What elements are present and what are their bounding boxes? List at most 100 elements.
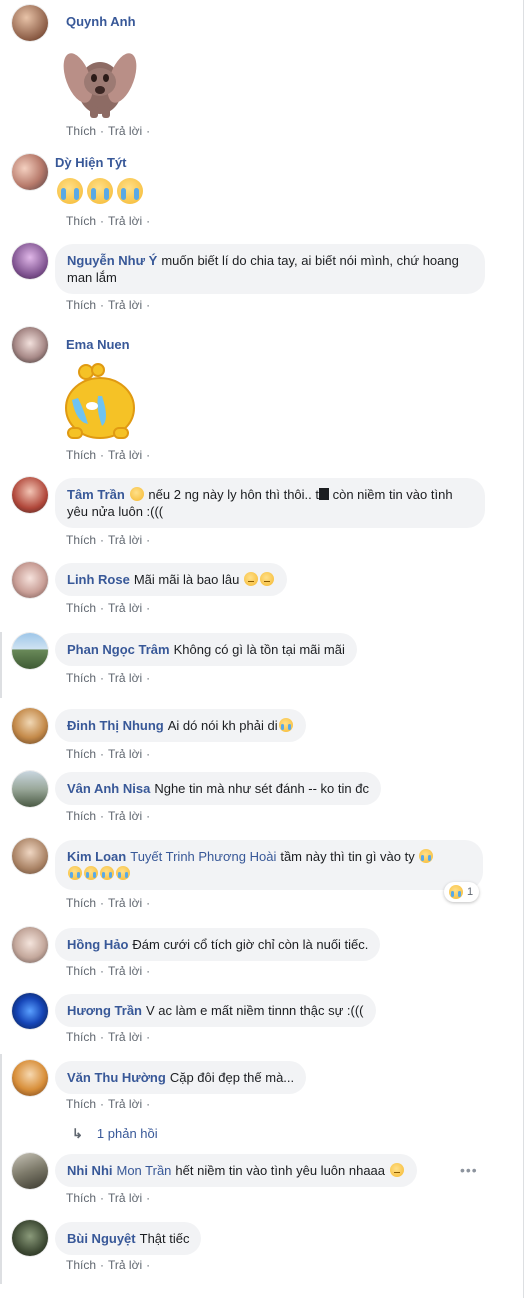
comment-text: Cặp đôi đẹp thế mà... [169,1070,295,1085]
relieved-face-emoji [259,572,274,586]
reply-link[interactable]: Trả lời [108,1030,142,1044]
reply-link[interactable]: Trả lời [108,298,142,312]
commenter-name[interactable]: Nhi Nhi [67,1163,113,1178]
reply-link[interactable]: Trả lời [108,124,142,138]
avatar[interactable] [12,327,48,363]
avatar[interactable] [12,771,48,807]
comment-actions: Thích · Trả lời · [66,809,151,823]
like-link[interactable]: Thích [66,533,96,547]
avatar[interactable] [12,243,48,279]
commenter-name[interactable]: Vân Anh Nisa [67,781,150,796]
comment-bubble: Kim Loan Tuyết Trinh Phương Hoài tầm này t… [55,840,483,890]
avatar[interactable] [12,5,48,41]
reply-arrow-icon: ↳ [72,1126,83,1141]
reply-link[interactable]: Trả lời [108,964,142,978]
like-link[interactable]: Thích [66,214,96,228]
comment-bubble: Đinh Thị Nhung Ai dó nói kh phải di [55,709,306,742]
comment-actions: Thích · Trả lời · [66,601,151,615]
commenter-name[interactable]: Hương Trần [67,1003,142,1018]
commenter-name[interactable]: Tâm Trần [67,487,125,502]
avatar[interactable] [12,154,48,190]
reaction-count-badge[interactable]: 1 [444,882,480,902]
like-link[interactable]: Thích [66,809,96,823]
crying-dog-sticker [63,53,137,118]
comment-text: nếu 2 ng này ly hôn thì thôi.. t [148,487,319,502]
avatar[interactable] [12,1153,48,1189]
reply-link[interactable]: Trả lời [108,896,142,910]
like-link[interactable]: Thích [66,448,96,462]
comment-text: Mãi mãi là bao lâu [133,572,240,587]
comment-bubble: Tâm Trần nếu 2 ng này ly hôn thì thôi.. … [55,478,485,528]
commenter-name[interactable]: Quynh Anh [66,14,136,29]
comment-bubble: Văn Thu Hường Cặp đôi đẹp thế mà... [55,1061,307,1094]
reply-link[interactable]: Trả lời [108,448,142,462]
avatar[interactable] [12,477,48,513]
like-link[interactable]: Thích [66,1030,96,1044]
like-link[interactable]: Thích [66,298,96,312]
reply-link[interactable]: Trả lời [108,533,142,547]
comment-actions: Thích · Trả lời · [66,298,151,312]
comment-text: Đám cưới cổ tích giờ chỉ còn là nuối tiế… [132,937,369,952]
avatar[interactable] [12,993,48,1029]
loudly-crying-face-emoji [117,178,143,204]
commenter-name[interactable]: Kim Loan [67,849,126,864]
more-options-icon[interactable]: ••• [460,1162,478,1178]
comment-actions: Thích · Trả lời · [66,671,151,685]
comment-bubble: Phan Ngọc Trâm Không có gì là tồn tại mãi… [55,633,357,666]
comment-text: tầm này thì tin gì vào ty [280,849,415,864]
avatar[interactable] [12,562,48,598]
reply-link[interactable]: Trả lời [108,601,142,615]
commenter-name[interactable]: Linh Rose [67,572,130,587]
avatar[interactable] [12,927,48,963]
like-link[interactable]: Thích [66,1191,96,1205]
comment-actions: Thích · Trả lời · [66,1191,151,1205]
comment-bubble: Vân Anh Nisa Nghe tin mà như sét đánh -- … [55,772,381,805]
commenter-name[interactable]: Nguyễn Như Ý [67,253,157,268]
like-link[interactable]: Thích [66,1258,96,1272]
avatar[interactable] [12,708,48,744]
like-link[interactable]: Thích [66,1097,96,1111]
reply-link[interactable]: Trả lời [108,1191,142,1205]
loudly-crying-face-emoji [87,178,113,204]
commenter-name[interactable]: Văn Thu Hường [67,1070,166,1085]
reply-link[interactable]: Trả lời [108,1097,142,1111]
loudly-crying-face-emoji [100,866,114,880]
comment-bubble: Nhi Nhi Mon Trần hết niềm tin vào tình yêu… [55,1154,417,1187]
comment-actions: Thích · Trả lời · [66,124,151,138]
comment-actions: Thích · Trả lời · [66,747,151,761]
avatar[interactable] [12,1060,48,1096]
redacted-block [318,488,329,500]
like-link[interactable]: Thích [66,671,96,685]
like-link[interactable]: Thích [66,747,96,761]
commenter-name[interactable]: Bùi Nguyệt [67,1231,136,1246]
comment-actions: Thích · Trả lời · [66,214,151,228]
like-link[interactable]: Thích [66,601,96,615]
commenter-name[interactable]: Phan Ngọc Trâm [67,642,170,657]
loudly-crying-face-emoji [116,866,130,880]
crying-face-emoji [278,718,293,732]
comment-text: Ai dó nói kh phải di [167,718,278,733]
mention-link[interactable]: Mon Trần [117,1163,172,1178]
reply-link[interactable]: Trả lời [108,809,142,823]
commenter-name[interactable]: Dỳ Hiện Týt [55,155,127,170]
mention-link[interactable]: Tuyết Trinh Phương Hoài [130,849,276,864]
avatar[interactable] [12,1220,48,1256]
commenter-name[interactable]: Đinh Thị Nhung [67,718,164,733]
reply-link[interactable]: Trả lời [108,671,142,685]
relieved-face-emoji [243,572,258,586]
view-replies-link[interactable]: ↳ 1 phản hồi [72,1126,158,1142]
loudly-crying-face-emoji [68,866,82,880]
comment-actions: Thích · Trả lời · [66,448,151,462]
avatar[interactable] [12,633,48,669]
unamused-face-emoji [389,1163,404,1177]
avatar[interactable] [12,838,48,874]
like-link[interactable]: Thích [66,964,96,978]
comment-actions: Thích · Trả lời · [66,896,151,910]
commenter-name[interactable]: Hồng Hảo [67,937,128,952]
like-link[interactable]: Thích [66,896,96,910]
reply-link[interactable]: Trả lời [108,747,142,761]
reply-link[interactable]: Trả lời [108,1258,142,1272]
like-link[interactable]: Thích [66,124,96,138]
commenter-name[interactable]: Ema Nuen [66,337,130,352]
reply-link[interactable]: Trả lời [108,214,142,228]
